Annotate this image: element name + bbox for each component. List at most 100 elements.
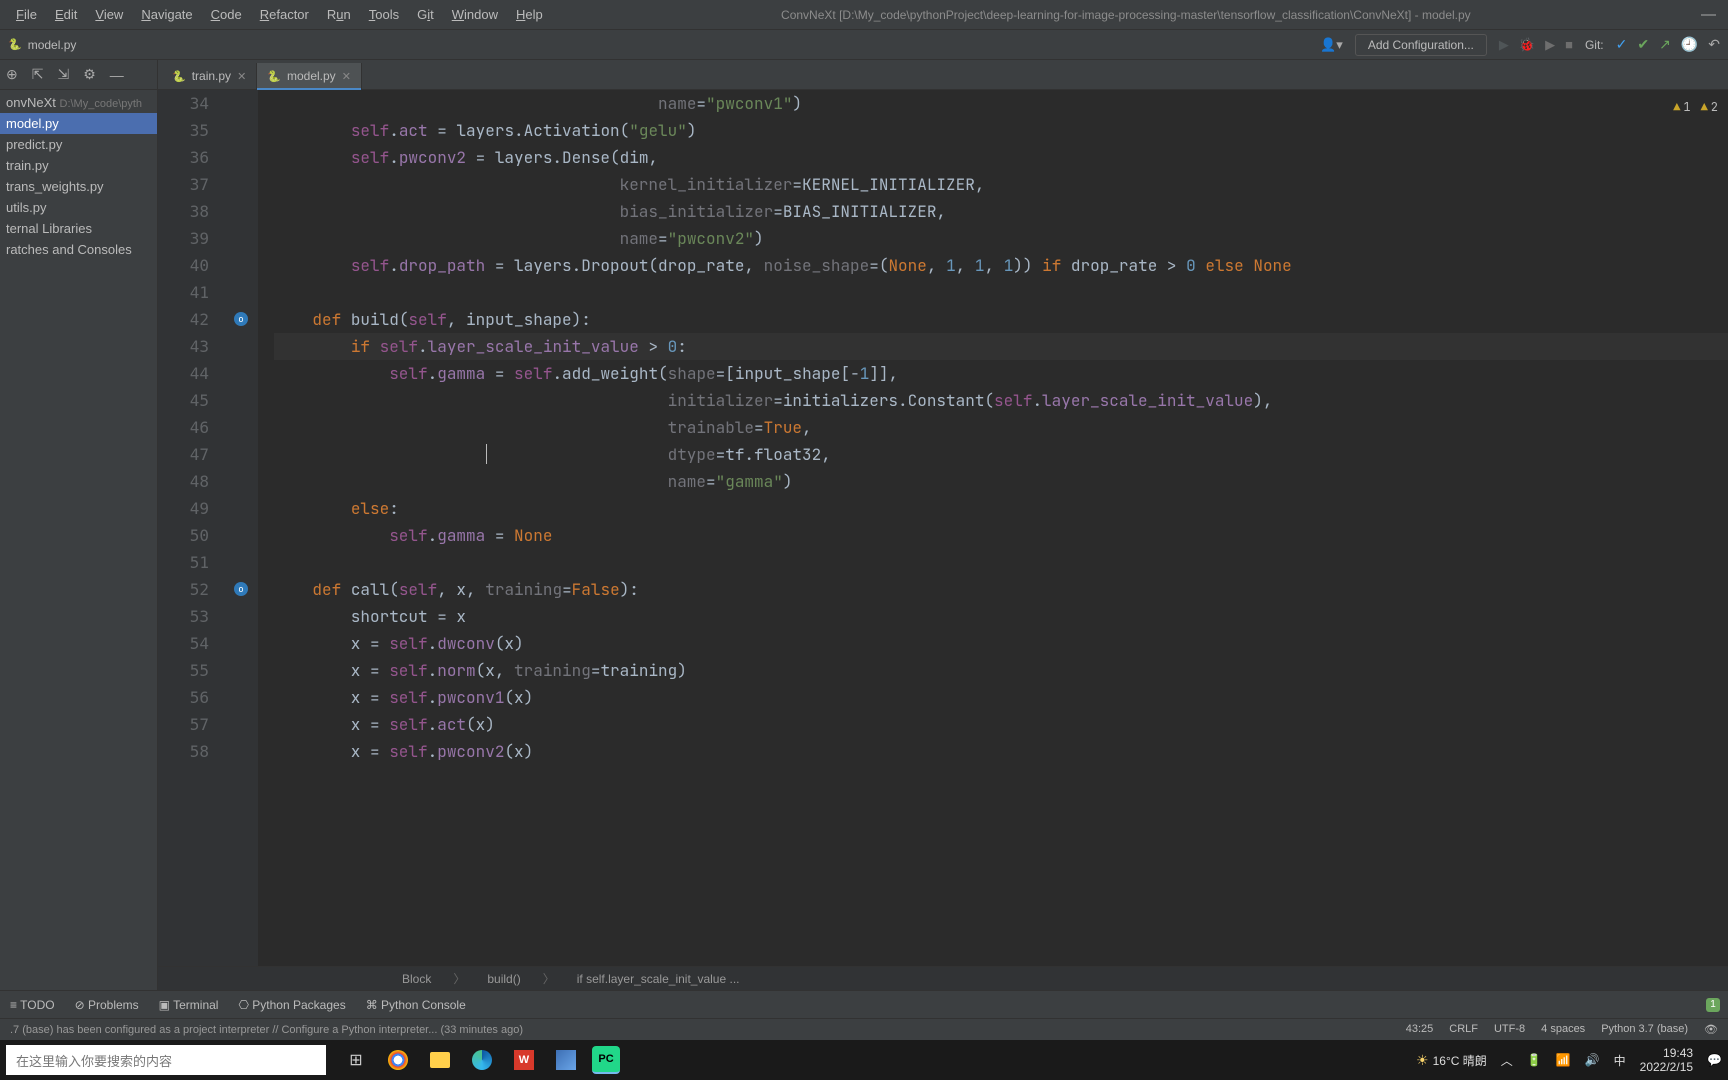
reader-mode-icon[interactable]: 👁: [1704, 1023, 1718, 1036]
windows-search-input[interactable]: 在这里输入你要搜索的内容: [6, 1045, 326, 1075]
settings-icon[interactable]: ⚙: [83, 66, 96, 83]
menu-refactor[interactable]: Refactor: [252, 3, 317, 26]
minimize-icon[interactable]: —: [1701, 6, 1716, 23]
tree-item-external-libs[interactable]: ternal Libraries: [0, 218, 157, 239]
code-editor[interactable]: 3435363738394041424344454647484950515253…: [158, 90, 1728, 966]
project-toolbar: ⊕ ⇱ ⇲ ⚙ —: [0, 60, 157, 90]
python-packages-button[interactable]: ⎔ Python Packages: [238, 998, 345, 1012]
git-commit-icon[interactable]: ✔: [1637, 36, 1649, 53]
notifications-icon[interactable]: 💬: [1707, 1053, 1722, 1067]
edge-icon[interactable]: [466, 1044, 498, 1076]
status-message[interactable]: .7 (base) has been configured as a proje…: [10, 1024, 1406, 1036]
expand-all-icon[interactable]: ⇱: [32, 66, 44, 83]
wps-icon[interactable]: W: [508, 1044, 540, 1076]
editor-tabs: 🐍 train.py ✕ 🐍 model.py ✕: [158, 60, 1728, 90]
menu-run[interactable]: Run: [319, 3, 359, 26]
breadcrumb-file[interactable]: 🐍 model.py: [8, 38, 76, 52]
python-console-button[interactable]: ⌘ Python Console: [366, 998, 466, 1012]
menu-window[interactable]: Window: [444, 3, 506, 26]
select-opened-file-icon[interactable]: ⊕: [6, 66, 18, 83]
tab-train[interactable]: 🐍 train.py ✕: [162, 63, 257, 89]
navigation-bar: 🐍 model.py 👤▾ Add Configuration... ▶ 🐞 ▶…: [0, 30, 1728, 60]
tray-chevron-icon[interactable]: ︿: [1501, 1052, 1513, 1069]
menu-view[interactable]: View: [87, 3, 131, 26]
menu-tools[interactable]: Tools: [361, 3, 407, 26]
line-number-gutter[interactable]: 3435363738394041424344454647484950515253…: [158, 90, 230, 966]
weather-widget[interactable]: ☀ 16°C 晴朗: [1416, 1052, 1487, 1069]
clock[interactable]: 19:43 2022/2/15: [1640, 1046, 1693, 1074]
menu-help[interactable]: Help: [508, 3, 551, 26]
todo-button[interactable]: ≡ TODO: [10, 998, 55, 1012]
main-menu: File Edit View Navigate Code Refactor Ru…: [8, 3, 551, 26]
git-push-icon[interactable]: ↗: [1659, 36, 1671, 53]
crumb[interactable]: if self.layer_scale_init_value ...: [573, 972, 744, 986]
tree-item-train[interactable]: train.py: [0, 155, 157, 176]
window-title: ConvNeXt [D:\My_code\pythonProject\deep-…: [551, 8, 1701, 22]
close-icon[interactable]: ✕: [237, 70, 246, 83]
git-label: Git:: [1585, 38, 1604, 52]
caret-position[interactable]: 43:25: [1406, 1023, 1434, 1036]
hide-icon[interactable]: —: [110, 67, 124, 83]
bottom-tool-buttons: ≡ TODO ⊘ Problems ▣ Terminal ⎔ Python Pa…: [0, 990, 1728, 1018]
tree-item-utils[interactable]: utils.py: [0, 197, 157, 218]
crumb[interactable]: build(): [483, 972, 524, 986]
menu-edit[interactable]: Edit: [47, 3, 85, 26]
notifications-badge[interactable]: 1: [1706, 998, 1720, 1012]
menu-navigate[interactable]: Navigate: [133, 3, 200, 26]
project-root[interactable]: onvNeXt D:\My_code\pyth: [0, 92, 157, 113]
python-file-icon: 🐍: [267, 70, 281, 83]
git-update-icon[interactable]: ✓: [1616, 36, 1628, 53]
tab-model[interactable]: 🐍 model.py ✕: [257, 63, 362, 89]
chrome-icon[interactable]: [382, 1044, 414, 1076]
tree-item-model[interactable]: model.py: [0, 113, 157, 134]
tree-item-scratches[interactable]: ratches and Consoles: [0, 239, 157, 260]
crumb[interactable]: Block: [398, 972, 435, 986]
run-icon[interactable]: ▶: [1499, 37, 1509, 53]
project-tree[interactable]: onvNeXt D:\My_code\pyth model.py predict…: [0, 90, 157, 262]
interpreter[interactable]: Python 3.7 (base): [1601, 1023, 1688, 1036]
typo-count[interactable]: 2: [1701, 94, 1718, 121]
tree-item-predict[interactable]: predict.py: [0, 134, 157, 155]
status-bar: .7 (base) has been configured as a proje…: [0, 1018, 1728, 1040]
coverage-icon[interactable]: ▶: [1545, 37, 1555, 53]
ime-indicator[interactable]: 中: [1614, 1052, 1626, 1069]
menu-file[interactable]: File: [8, 3, 45, 26]
git-history-icon[interactable]: 🕘: [1681, 36, 1698, 53]
add-configuration-button[interactable]: Add Configuration...: [1355, 34, 1487, 56]
warning-count[interactable]: 1: [1673, 94, 1690, 121]
collapse-all-icon[interactable]: ⇲: [57, 66, 69, 83]
fold-gutter[interactable]: oo: [230, 90, 258, 966]
battery-icon[interactable]: 🔋: [1527, 1053, 1542, 1067]
pycharm-icon[interactable]: PC: [592, 1046, 620, 1074]
title-bar: File Edit View Navigate Code Refactor Ru…: [0, 0, 1728, 30]
sun-icon: ☀: [1416, 1052, 1429, 1069]
photos-icon[interactable]: [550, 1044, 582, 1076]
indent-config[interactable]: 4 spaces: [1541, 1023, 1585, 1036]
python-file-icon: 🐍: [8, 38, 22, 51]
line-separator[interactable]: CRLF: [1449, 1023, 1478, 1036]
editor-breadcrumbs[interactable]: Block 〉 build() 〉 if self.layer_scale_in…: [158, 966, 1728, 990]
file-encoding[interactable]: UTF-8: [1494, 1023, 1525, 1036]
terminal-button[interactable]: ▣ Terminal: [159, 998, 219, 1012]
editor-panel: 🐍 train.py ✕ 🐍 model.py ✕ 34353637383940…: [158, 60, 1728, 990]
stop-icon[interactable]: ■: [1565, 37, 1573, 53]
git-rollback-icon[interactable]: ↶: [1708, 36, 1720, 53]
inspections-widget[interactable]: 1 2: [1673, 94, 1718, 121]
code-with-me-icon[interactable]: 👤▾: [1320, 37, 1343, 53]
tree-item-trans-weights[interactable]: trans_weights.py: [0, 176, 157, 197]
window-controls: —: [1701, 6, 1720, 23]
windows-taskbar: 在这里输入你要搜索的内容 ⊞ W PC ☀ 16°C 晴朗 ︿ 🔋 📶 🔊 中 …: [0, 1040, 1728, 1080]
system-tray: ☀ 16°C 晴朗 ︿ 🔋 📶 🔊 中 19:43 2022/2/15 💬: [1416, 1046, 1722, 1074]
task-view-icon[interactable]: ⊞: [340, 1044, 372, 1076]
project-tool-window: ⊕ ⇱ ⇲ ⚙ — onvNeXt D:\My_code\pyth model.…: [0, 60, 158, 990]
problems-button[interactable]: ⊘ Problems: [75, 998, 139, 1012]
explorer-icon[interactable]: [424, 1044, 456, 1076]
python-file-icon: 🐍: [172, 70, 186, 83]
debug-icon[interactable]: 🐞: [1519, 37, 1535, 53]
wifi-icon[interactable]: 📶: [1556, 1053, 1571, 1067]
close-icon[interactable]: ✕: [342, 70, 351, 83]
breadcrumb-label: model.py: [28, 38, 77, 52]
menu-code[interactable]: Code: [203, 3, 250, 26]
menu-git[interactable]: Git: [409, 3, 442, 26]
volume-icon[interactable]: 🔊: [1585, 1053, 1600, 1067]
